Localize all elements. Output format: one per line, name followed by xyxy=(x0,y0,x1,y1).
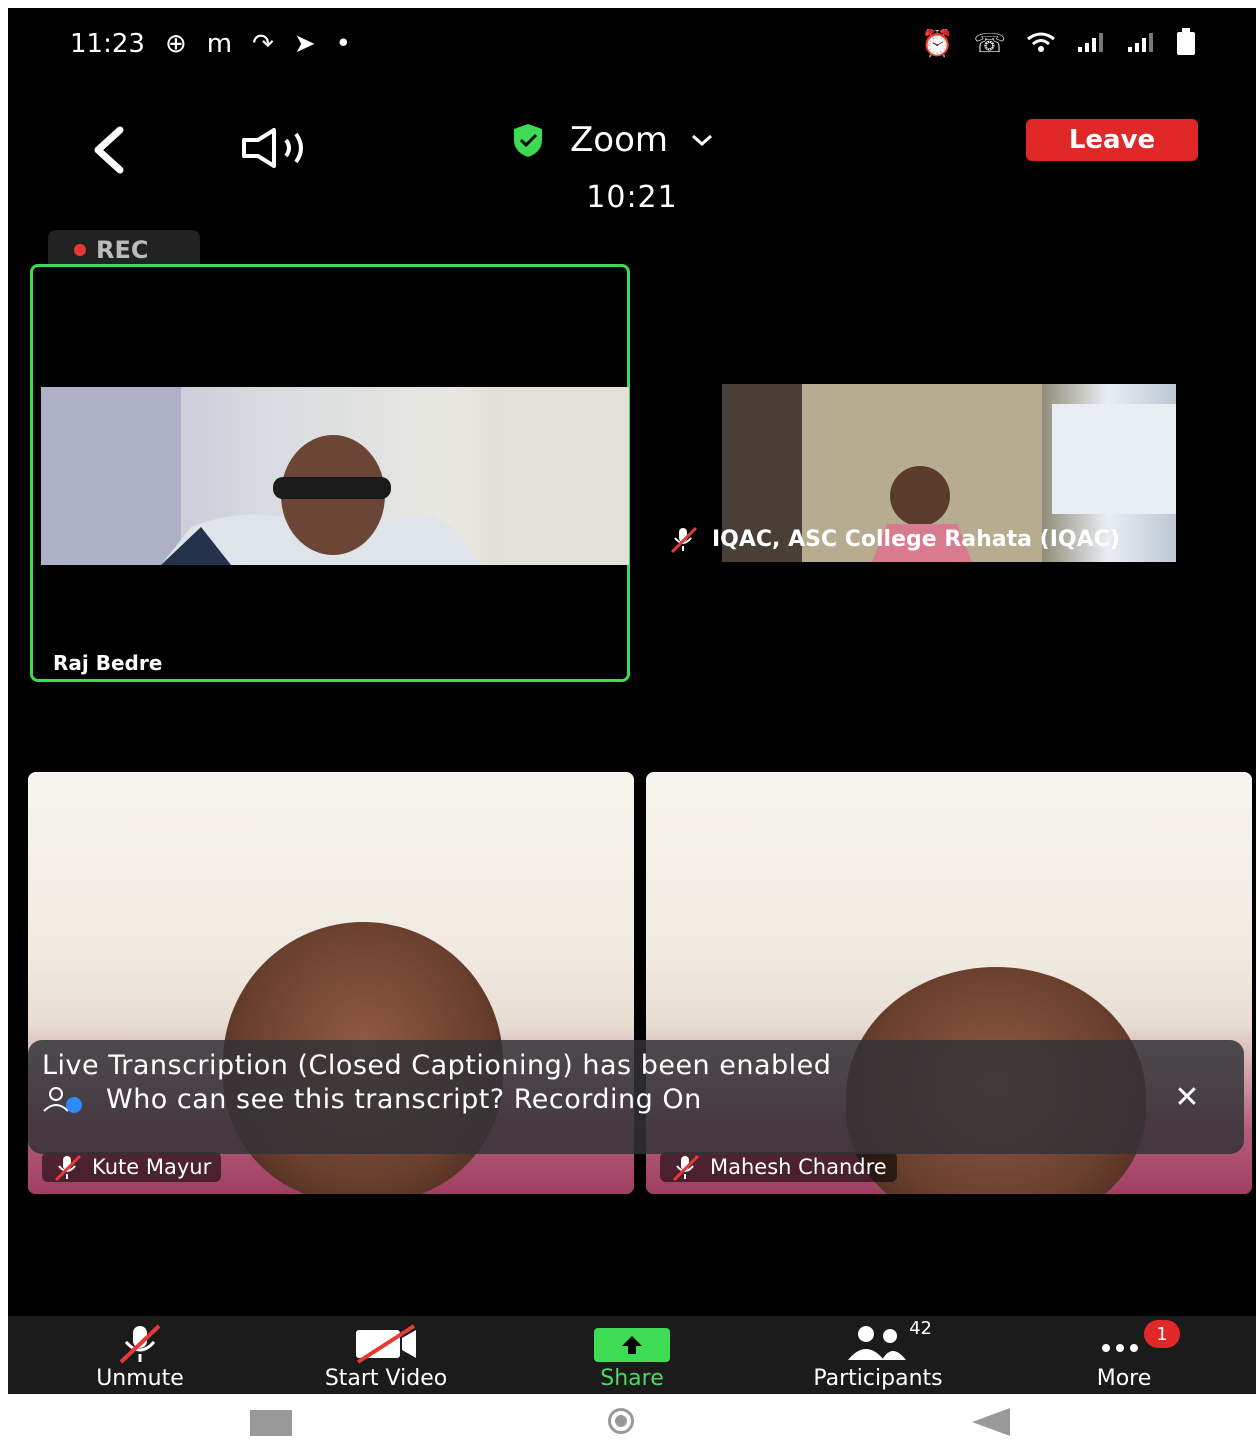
meeting-title-label: Zoom xyxy=(570,120,669,160)
alarm-icon: ⏰ xyxy=(921,29,954,59)
battery-icon xyxy=(1176,27,1196,61)
toolbar-label: Participants xyxy=(813,1366,943,1391)
mic-muted-icon xyxy=(54,1154,82,1182)
participant-name: IQAC, ASC College Rahata (IQAC) xyxy=(712,526,1120,552)
participant-name: Kute Mayur xyxy=(92,1155,212,1179)
chevron-down-icon xyxy=(692,134,713,147)
back-arrow-icon[interactable] xyxy=(80,118,140,178)
status-time: 11:23 xyxy=(70,29,145,59)
mic-muted-icon xyxy=(670,526,698,554)
missed-call-icon: ↷ xyxy=(252,29,274,59)
start-video-button[interactable]: Start Video xyxy=(286,1322,486,1391)
meeting-title[interactable]: Zoom xyxy=(508,120,714,160)
shield-icon xyxy=(514,124,542,157)
mic-muted-icon xyxy=(119,1324,161,1364)
participants-button[interactable]: 42 Participants xyxy=(778,1318,978,1391)
unmute-button[interactable]: Unmute xyxy=(40,1322,240,1391)
record-dot-icon xyxy=(74,244,86,256)
dot-icon: • xyxy=(335,29,351,59)
banner-message: Live Transcription (Closed Captioning) h… xyxy=(42,1050,832,1081)
wifi-call-icon: ☏ xyxy=(973,29,1006,59)
home-button[interactable] xyxy=(608,1408,634,1434)
status-bar: 11:23 ⊕ m ↷ ➤ • ⏰ ☏ xyxy=(70,24,1196,64)
mic-muted-icon xyxy=(672,1154,700,1182)
video-tile-active-speaker[interactable]: Raj Bedre xyxy=(30,264,630,682)
system-back-button[interactable] xyxy=(972,1408,1010,1436)
telegram-icon: ➤ xyxy=(293,29,316,59)
meeting-topbar: Zoom Leave xyxy=(8,108,1256,188)
participant-label-iqac: IQAC, ASC College Rahata (IQAC) xyxy=(668,524,1120,554)
share-button[interactable]: Share xyxy=(532,1322,732,1391)
leave-button[interactable]: Leave xyxy=(1026,119,1198,161)
video-off-icon xyxy=(356,1324,416,1364)
recording-label: REC xyxy=(96,236,149,264)
toolbar-label: More xyxy=(1096,1366,1152,1391)
system-nav-bar xyxy=(0,1394,1257,1444)
signal-1-icon xyxy=(1076,31,1106,58)
grid-app-icon: ⊕ xyxy=(164,29,187,59)
meeting-toolbar: Unmute Start Video Share 42 Participants xyxy=(8,1316,1256,1394)
participant-label: Mahesh Chandre xyxy=(660,1152,897,1182)
participants-icon xyxy=(848,1326,906,1360)
close-icon[interactable]: ✕ xyxy=(1174,1080,1200,1115)
wifi-icon xyxy=(1026,31,1056,58)
signal-2-icon xyxy=(1126,31,1156,58)
toolbar-label: Share xyxy=(600,1366,664,1391)
participant-name: Mahesh Chandre xyxy=(710,1155,887,1179)
toolbar-label: Unmute xyxy=(96,1366,184,1391)
notification-badge: 1 xyxy=(1144,1320,1180,1348)
participant-label: Kute Mayur xyxy=(42,1152,222,1182)
share-arrow-icon xyxy=(594,1328,670,1362)
participant-video xyxy=(41,387,629,565)
m-app-icon: m xyxy=(206,29,233,59)
transcript-viewers-icon xyxy=(43,1086,82,1113)
more-button[interactable]: 1 More xyxy=(1024,1320,1224,1391)
speaker-icon[interactable] xyxy=(236,118,326,178)
recent-apps-button[interactable] xyxy=(250,1410,292,1436)
meeting-timer: 10:21 xyxy=(586,180,678,215)
participant-name: Raj Bedre xyxy=(53,651,163,675)
live-transcription-banner[interactable]: Live Transcription (Closed Captioning) h… xyxy=(28,1040,1244,1154)
transcript-info-link[interactable]: Who can see this transcript? Recording O… xyxy=(106,1084,702,1115)
toolbar-label: Start Video xyxy=(324,1366,448,1391)
zoom-meeting-screen: 11:23 ⊕ m ↷ ➤ • ⏰ ☏ Zoom Leave 10:21 REC… xyxy=(8,8,1256,1394)
participant-count: 42 xyxy=(909,1318,932,1339)
